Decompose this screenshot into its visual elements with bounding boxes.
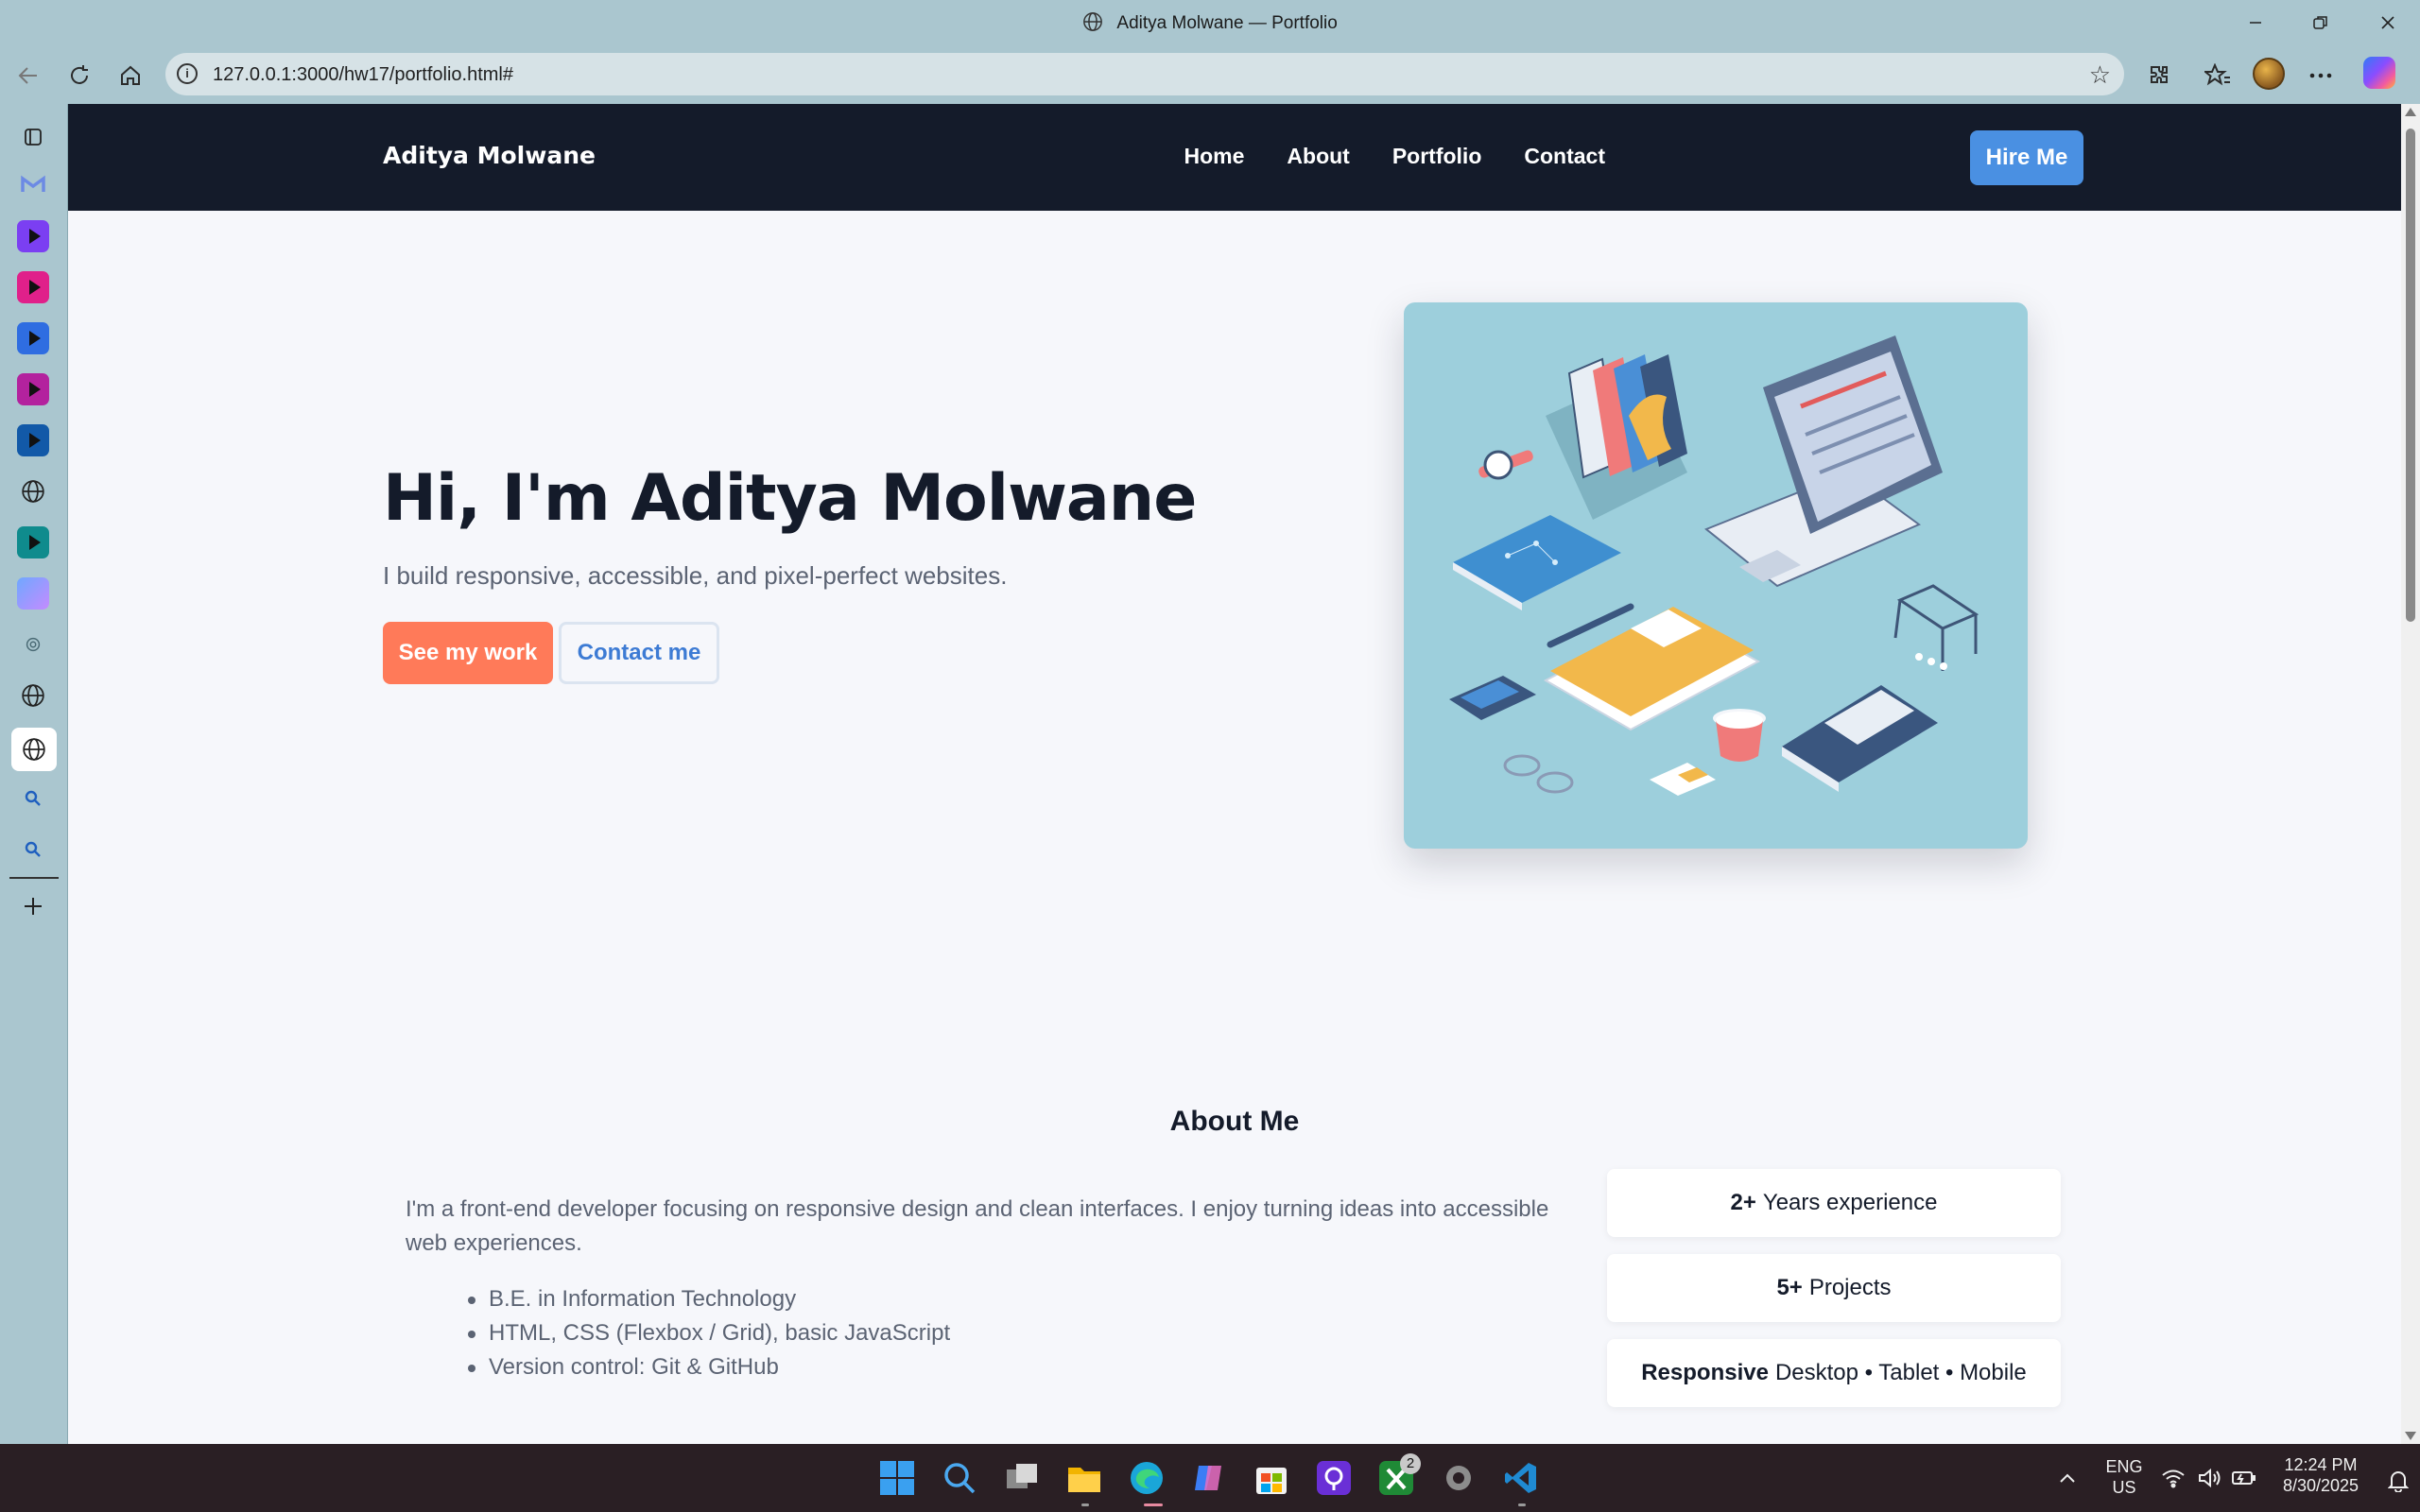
- scrollbar-thumb[interactable]: [2406, 129, 2415, 622]
- clock-date: 8/30/2025: [2282, 1476, 2360, 1495]
- window-title: Aditya Molwane — Portfolio: [0, 11, 2420, 38]
- stat-value: 5+: [1776, 1275, 1803, 1300]
- gmail-tab-icon[interactable]: [17, 168, 49, 200]
- search-tab-icon-1[interactable]: [19, 784, 47, 813]
- video-tab-icon-1[interactable]: [17, 220, 49, 252]
- page-viewport: Aditya Molwane Home About Portfolio Cont…: [68, 104, 2401, 1444]
- nav-link-home[interactable]: Home: [1184, 144, 1245, 169]
- window-title-text: Aditya Molwane — Portfolio: [1116, 13, 1338, 33]
- language-code: ENG: [2105, 1457, 2143, 1476]
- stat-card-responsive: Responsive Desktop • Tablet • Mobile: [1607, 1339, 2061, 1407]
- browser-toolbar: i 127.0.0.1:3000/hw17/portfolio.html# ☆: [0, 47, 2420, 104]
- list-item: Version control: Git & GitHub: [467, 1350, 950, 1384]
- podcast-app-icon[interactable]: [1316, 1460, 1352, 1496]
- stat-label: Desktop • Tablet • Mobile: [1774, 1360, 2027, 1385]
- stat-card-projects: 5+ Projects: [1607, 1254, 2061, 1322]
- task-view-icon[interactable]: [1004, 1460, 1040, 1496]
- stat-label: Projects: [1808, 1275, 1892, 1300]
- nav-link-contact[interactable]: Contact: [1524, 144, 1605, 169]
- battery-icon[interactable]: [2231, 1468, 2257, 1494]
- video-tab-icon-3[interactable]: [17, 322, 49, 354]
- file-explorer-icon[interactable]: [1066, 1460, 1102, 1496]
- video-tab-icon-6[interactable]: [17, 526, 49, 558]
- stat-card-experience: 2+ Years experience: [1607, 1169, 2061, 1237]
- copilot-taskbar-icon[interactable]: [1191, 1460, 1227, 1496]
- restore-button[interactable]: [2292, 6, 2349, 40]
- scroll-up-arrow-icon[interactable]: [2405, 108, 2416, 116]
- volume-icon[interactable]: [2197, 1468, 2223, 1494]
- microsoft-store-icon[interactable]: [1253, 1460, 1289, 1496]
- search-tab-icon-2[interactable]: [19, 835, 47, 864]
- browser-titlebar: Aditya Molwane — Portfolio: [0, 0, 2420, 47]
- nav-link-portfolio[interactable]: Portfolio: [1392, 144, 1482, 169]
- xbox-notification-badge: 2: [1400, 1453, 1421, 1474]
- url-text: 127.0.0.1:3000/hw17/portfolio.html#: [213, 64, 513, 85]
- new-tab-plus-icon[interactable]: [19, 892, 47, 920]
- sidebar-divider: [9, 877, 59, 879]
- nav-links: Home About Portfolio Contact: [1184, 144, 1606, 169]
- stat-label: Years experience: [1762, 1190, 1938, 1215]
- page-scrollbar[interactable]: [2401, 104, 2420, 1444]
- nav-link-about[interactable]: About: [1287, 144, 1349, 169]
- search-icon[interactable]: [942, 1460, 977, 1496]
- globe-tab-icon-2[interactable]: [19, 681, 47, 710]
- image-tab-icon[interactable]: [17, 577, 49, 610]
- minimize-button[interactable]: [2227, 6, 2284, 40]
- refresh-icon[interactable]: [62, 59, 96, 93]
- vscode-icon[interactable]: [1503, 1460, 1539, 1496]
- close-window-button[interactable]: [2360, 6, 2416, 40]
- vscode-running-indicator: [1518, 1503, 1526, 1506]
- region-code: US: [2112, 1478, 2136, 1497]
- hire-me-button[interactable]: Hire Me: [1970, 130, 2083, 185]
- settings-gear-icon[interactable]: [1441, 1460, 1477, 1496]
- video-tab-icon-2[interactable]: [17, 271, 49, 303]
- clock-time: 12:24 PM: [2284, 1455, 2358, 1474]
- list-item: B.E. in Information Technology: [467, 1282, 950, 1316]
- language-indicator[interactable]: ENG US: [2100, 1456, 2148, 1498]
- stat-value: 2+: [1730, 1190, 1756, 1215]
- hero-subtitle: I build responsive, accessible, and pixe…: [383, 561, 1008, 590]
- windows-start-icon[interactable]: [879, 1460, 915, 1496]
- list-item: HTML, CSS (Flexbox / Grid), basic JavaSc…: [467, 1316, 950, 1350]
- wifi-icon[interactable]: [2161, 1468, 2187, 1494]
- site-brand[interactable]: Aditya Molwane: [383, 142, 596, 169]
- active-tab-globe-icon[interactable]: [11, 728, 57, 771]
- tray-chevron-up-icon[interactable]: [2057, 1468, 2082, 1492]
- favorites-icon[interactable]: [2201, 59, 2235, 93]
- video-tab-icon-5[interactable]: [17, 424, 49, 456]
- explorer-running-indicator: [1081, 1503, 1089, 1506]
- address-bar[interactable]: i 127.0.0.1:3000/hw17/portfolio.html# ☆: [165, 53, 2124, 95]
- stat-value: Responsive: [1641, 1360, 1769, 1385]
- see-my-work-button[interactable]: See my work: [383, 622, 553, 684]
- more-menu-icon[interactable]: [2304, 59, 2338, 93]
- site-navbar: Aditya Molwane Home About Portfolio Cont…: [68, 104, 2401, 211]
- copilot-icon[interactable]: [2363, 57, 2395, 89]
- tab-actions-icon[interactable]: [19, 123, 47, 151]
- profile-avatar[interactable]: [2253, 58, 2285, 90]
- back-icon[interactable]: [11, 59, 45, 93]
- edge-browser-icon[interactable]: [1129, 1460, 1165, 1496]
- browser-sidebar: [0, 104, 68, 1444]
- video-tab-icon-4[interactable]: [17, 373, 49, 405]
- clock[interactable]: 12:24 PM 8/30/2025: [2269, 1454, 2373, 1496]
- about-bullet-list: B.E. in Information Technology HTML, CSS…: [467, 1282, 950, 1384]
- notification-bell-icon[interactable]: [2387, 1469, 2412, 1494]
- about-intro: I'm a front-end developer focusing on re…: [406, 1196, 1549, 1256]
- favorite-star-icon[interactable]: ☆: [2089, 60, 2111, 90]
- site-info-icon[interactable]: i: [177, 63, 198, 84]
- globe-tab-icon-1[interactable]: [19, 477, 47, 506]
- contact-me-button[interactable]: Contact me: [559, 622, 719, 684]
- extensions-icon[interactable]: [2142, 59, 2176, 93]
- hero-illustration: [1404, 302, 2028, 849]
- home-icon[interactable]: [113, 59, 147, 93]
- scroll-down-arrow-icon[interactable]: [2405, 1432, 2416, 1440]
- edge-active-indicator: [1144, 1503, 1163, 1506]
- hero-title: Hi, I'm Aditya Molwane: [383, 461, 1197, 536]
- about-heading: About Me: [1169, 1106, 1300, 1137]
- openai-tab-icon[interactable]: [19, 630, 47, 659]
- globe-icon: [1082, 11, 1103, 38]
